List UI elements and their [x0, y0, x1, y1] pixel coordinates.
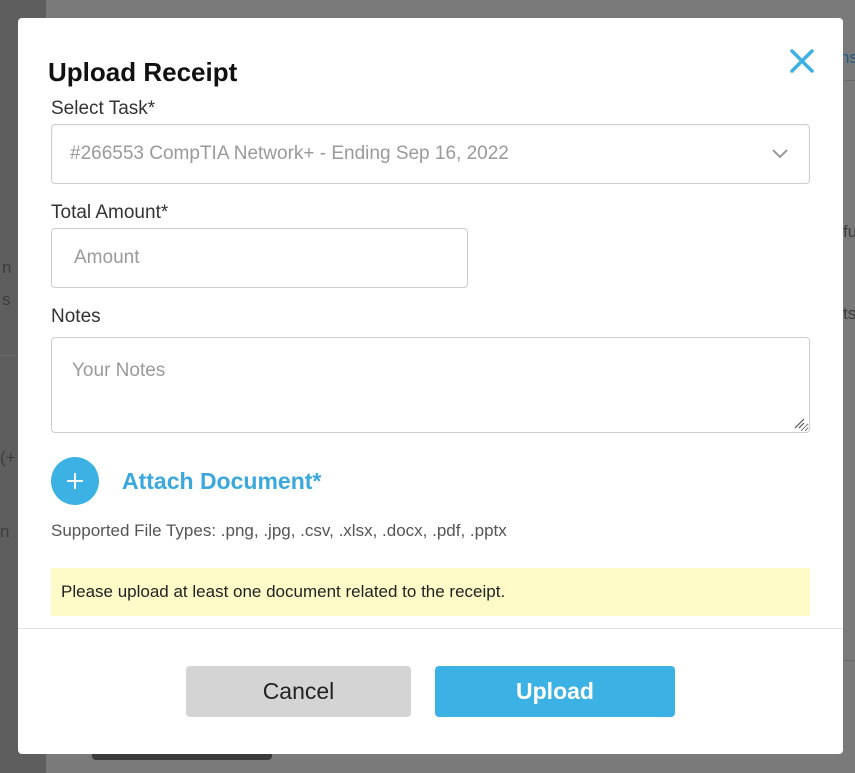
footer-divider [18, 628, 843, 629]
background-text: ts [843, 304, 855, 323]
chevron-down-icon [772, 149, 788, 159]
attach-document-button[interactable] [51, 457, 99, 505]
plus-icon [67, 473, 83, 489]
attach-document-link[interactable]: Attach Document* [122, 470, 321, 493]
upload-notice: Please upload at least one document rela… [51, 568, 810, 616]
background-text: (+ [0, 448, 16, 467]
notes-textarea[interactable] [51, 337, 810, 433]
background-divider [843, 660, 855, 661]
supported-file-types: Supported File Types: .png, .jpg, .csv, … [51, 521, 507, 540]
cancel-button[interactable]: Cancel [186, 666, 411, 717]
background-text: fu [843, 222, 855, 241]
amount-input[interactable] [51, 228, 468, 288]
total-amount-label: Total Amount* [51, 202, 169, 223]
background-text: n [0, 522, 10, 541]
select-task-value: #266553 CompTIA Network+ - Ending Sep 16… [70, 143, 509, 164]
background-divider [843, 80, 855, 81]
upload-notice-text: Please upload at least one document rela… [61, 582, 506, 601]
upload-button[interactable]: Upload [435, 666, 675, 717]
upload-receipt-modal: Upload Receipt Select Task* #266553 Comp… [18, 18, 843, 754]
modal-title: Upload Receipt [48, 57, 238, 87]
select-task-dropdown[interactable]: #266553 CompTIA Network+ - Ending Sep 16… [51, 124, 810, 184]
background-text: n [2, 258, 12, 277]
close-icon[interactable] [787, 46, 817, 76]
select-task-label: Select Task* [51, 98, 156, 119]
background-text: s [2, 290, 11, 309]
notes-label: Notes [51, 306, 101, 327]
